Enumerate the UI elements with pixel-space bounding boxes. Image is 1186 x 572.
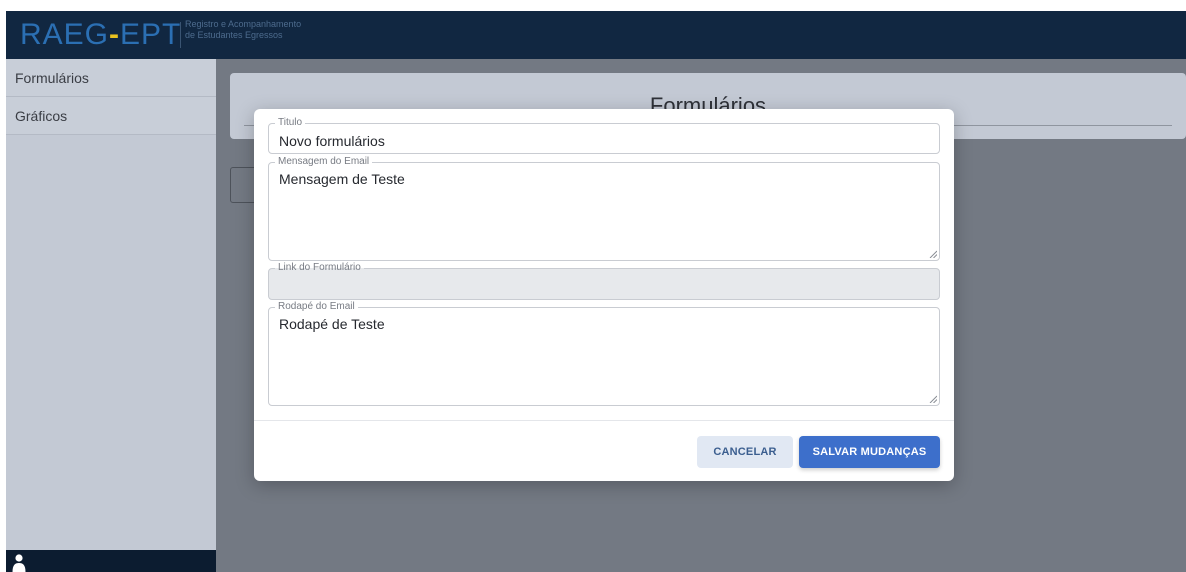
top-header: RAEG-EPT Registro e Acompanhamento de Es… [6, 11, 1186, 59]
logo-text-left: RAEG [20, 18, 110, 51]
sidebar: Formulários Gráficos [6, 59, 216, 572]
titulo-field[interactable]: Titulo Novo formulários [268, 117, 940, 154]
resize-handle-icon[interactable] [929, 395, 937, 403]
logo-divider [180, 22, 181, 48]
titulo-label: Titulo [275, 117, 306, 129]
link-field: Link do Formulário [268, 262, 940, 300]
subtitle-line-2: de Estudantes Egressos [185, 30, 283, 40]
subtitle-line-1: Registro e Acompanhamento [185, 19, 302, 29]
app-window: RAEG-EPT Registro e Acompanhamento de Es… [6, 11, 1186, 572]
app-logo[interactable]: RAEG-EPT [20, 19, 181, 51]
modal-footer-divider [254, 420, 954, 421]
sidebar-footer [6, 550, 216, 572]
rodape-label: Rodapé do Email [275, 301, 358, 313]
mensagem-textarea[interactable]: Mensagem do Email Mensagem de Teste [268, 156, 940, 261]
user-icon[interactable] [12, 553, 26, 572]
rodape-textarea[interactable]: Rodapé do Email Rodapé de Teste [268, 301, 940, 406]
sidebar-item-formularios[interactable]: Formulários [6, 59, 216, 97]
edit-form-modal: Titulo Novo formulários Mensagem do Emai… [254, 109, 954, 481]
mensagem-value: Mensagem de Teste [279, 171, 405, 187]
sidebar-item-graficos[interactable]: Gráficos [6, 97, 216, 135]
link-label: Link do Formulário [275, 262, 364, 274]
sidebar-item-label: Formulários [15, 70, 89, 86]
sidebar-item-label: Gráficos [15, 108, 68, 124]
resize-handle-icon[interactable] [929, 250, 937, 258]
logo-dash: - [109, 18, 121, 51]
save-changes-button[interactable]: SALVAR MUDANÇAS [799, 436, 940, 468]
logo-text-right: EPT [120, 18, 182, 51]
rodape-value: Rodapé de Teste [279, 316, 385, 332]
cancel-button[interactable]: CANCELAR [697, 436, 793, 468]
mensagem-label: Mensagem do Email [275, 156, 373, 168]
titulo-value: Novo formulários [279, 133, 385, 149]
app-subtitle: Registro e Acompanhamento de Estudantes … [185, 19, 301, 41]
